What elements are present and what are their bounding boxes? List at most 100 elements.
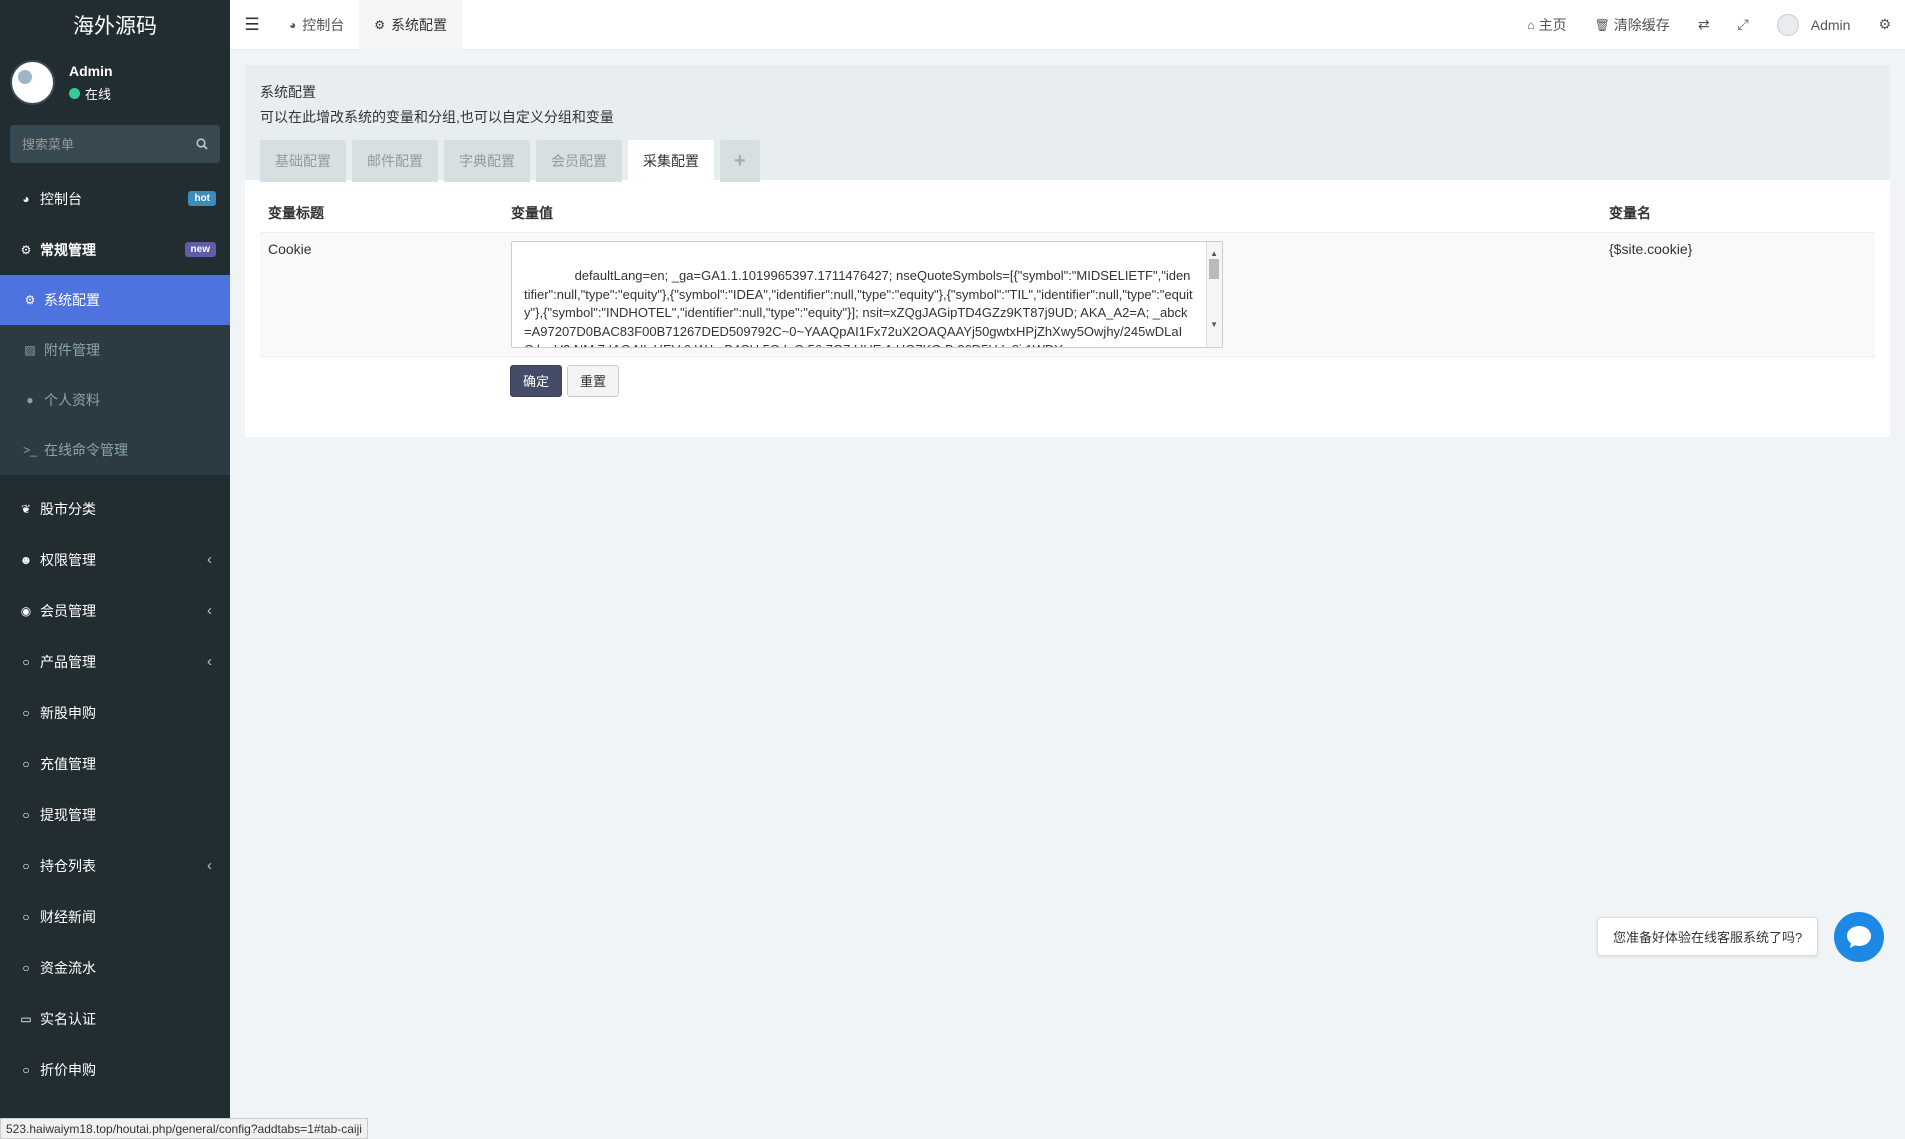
brand-logo[interactable]: 海外源码: [0, 0, 230, 50]
reset-button[interactable]: 重置: [567, 364, 620, 397]
avatar: [1776, 13, 1799, 36]
config-tabs: 基础配置 邮件配置 字典配置 会员配置 采集配置 +: [260, 140, 1875, 182]
tab-label: 控制台: [302, 16, 345, 33]
home-link[interactable]: ⌂ 主页: [1513, 0, 1580, 50]
menu-search-input[interactable]: [22, 136, 192, 152]
sidebar-item-general[interactable]: ⚙ 常规管理 new: [0, 224, 230, 275]
clear-cache-button[interactable]: 🗑 清除缓存: [1581, 0, 1684, 50]
home-label: 主页: [1538, 16, 1567, 33]
expand-icon: ⤢: [1737, 16, 1749, 32]
sidebar-item-label: 折价申购: [40, 1061, 96, 1078]
tab-basic[interactable]: 基础配置: [260, 140, 346, 182]
add-tab-button[interactable]: +: [720, 140, 760, 182]
sidebar-item-recharge[interactable]: ○ 充值管理: [0, 738, 230, 789]
gear-icon: ⚙: [374, 17, 386, 32]
sidebar-item-label: 附件管理: [44, 342, 100, 358]
divider: [0, 475, 230, 483]
sidebar-item-label: 实名认证: [40, 1010, 96, 1027]
tab-dashboard[interactable]: ◕ 控制台: [274, 0, 359, 50]
circle-icon: ○: [22, 756, 30, 771]
column-header: 变量值: [503, 194, 1601, 233]
tab-dictionary[interactable]: 字典配置: [444, 140, 530, 182]
cogs-icon: ⚙: [1878, 16, 1891, 32]
user-icon: ●: [26, 393, 34, 407]
sidebar-item-label: 持仓列表: [40, 857, 96, 874]
form-actions: 确定 重置: [510, 364, 1875, 397]
sidebar-item-label: 新股申购: [40, 704, 96, 721]
sidebar-item-label: 会员管理: [40, 602, 96, 619]
sidebar-item-label: 系统配置: [44, 292, 100, 308]
terminal-icon: >_: [23, 443, 37, 457]
circle-icon: ○: [22, 909, 30, 924]
circle-icon: ○: [22, 960, 30, 975]
sidebar-item-label: 提现管理: [40, 806, 96, 823]
sidebar-item-products[interactable]: ○ 产品管理 ‹: [0, 636, 230, 687]
user-circle-icon: ◉: [20, 603, 32, 618]
sidebar-item-positions[interactable]: ○ 持仓列表 ‹: [0, 840, 230, 891]
sidebar-item-withdraw[interactable]: ○ 提现管理: [0, 789, 230, 840]
chevron-left-icon: ‹: [207, 551, 212, 568]
search-icon[interactable]: [196, 138, 208, 150]
sidebar-item-label: 控制台: [40, 190, 82, 207]
chevron-left-icon: ‹: [207, 857, 212, 874]
chevron-left-icon: ‹: [207, 602, 212, 619]
sidebar-item-label: 权限管理: [40, 551, 96, 568]
sidebar-item-label: 产品管理: [40, 653, 96, 670]
language-button[interactable]: ⇄: [1684, 0, 1724, 50]
sidebar-item-dashboard[interactable]: ◕ 控制台 hot: [0, 173, 230, 224]
circle-icon: ○: [22, 807, 30, 822]
sidebar-item-profile[interactable]: ● 个人资料: [0, 375, 230, 425]
avatar: [10, 60, 55, 105]
fullscreen-button[interactable]: ⤢: [1724, 0, 1763, 50]
tab-member[interactable]: 会员配置: [536, 140, 622, 182]
settings-button[interactable]: ⚙: [1864, 0, 1905, 50]
top-header: ☰ ◕ 控制台 ⚙ 系统配置 ⌂ 主页 🗑 清除缓存 ⇄ ⤢ Admin ⚙: [230, 0, 1905, 50]
chat-button[interactable]: [1834, 912, 1884, 962]
sidebar-item-members[interactable]: ◉ 会员管理 ‹: [0, 585, 230, 636]
panel-heading: 系统配置 可以在此增改系统的变量和分组,也可以自定义分组和变量 基础配置 邮件配…: [245, 65, 1890, 182]
sidebar-item-label: 常规管理: [40, 241, 96, 258]
sidebar-item-permissions[interactable]: ☻ 权限管理 ‹: [0, 534, 230, 585]
sidebar-item-discount[interactable]: ○ 折价申购: [0, 1044, 230, 1095]
scroll-down-icon[interactable]: ▼: [1210, 316, 1218, 335]
cookie-textarea[interactable]: defaultLang=en; _ga=GA1.1.1019965397.171…: [511, 240, 1223, 348]
hot-badge: hot: [188, 191, 216, 206]
sidebar-item-system-config[interactable]: ⚙ 系统配置: [0, 275, 230, 325]
sidebar-item-label: 财经新闻: [40, 908, 96, 925]
tab-system-config[interactable]: ⚙ 系统配置: [359, 0, 463, 50]
sidebar-submenu: ⚙ 系统配置 ▨ 附件管理 ● 个人资料 >_ 在线命令管理: [0, 275, 230, 475]
submit-button[interactable]: 确定: [510, 364, 563, 397]
sidebar-item-stock-category[interactable]: ❦ 股市分类: [0, 483, 230, 534]
sidebar-menu: ◕ 控制台 hot ⚙ 常规管理 new ⚙ 系统配置 ▨ 附件管理 ● 个人资…: [0, 173, 230, 1095]
menu-toggle-icon[interactable]: ☰: [230, 0, 274, 50]
sidebar-item-cashflow[interactable]: ○ 资金流水: [0, 942, 230, 993]
sidebar-item-news[interactable]: ○ 财经新闻: [0, 891, 230, 942]
sidebar: 海外源码 Admin 在线 ◕ 控制台 hot ⚙ 常规管理 new ⚙ 系: [0, 0, 230, 1139]
scrollbar-thumb[interactable]: [1209, 258, 1219, 279]
chat-icon: [1847, 926, 1871, 948]
translate-icon: ⇄: [1697, 16, 1710, 32]
tab-label: 系统配置: [391, 16, 448, 33]
user-status: 在线: [69, 84, 113, 103]
tab-email[interactable]: 邮件配置: [352, 140, 438, 182]
clear-cache-label: 清除缓存: [1613, 16, 1670, 33]
page-description: 可以在此增改系统的变量和分组,也可以自定义分组和变量: [260, 109, 614, 125]
user-name: Admin: [69, 62, 113, 79]
trash-icon: 🗑: [1594, 17, 1610, 32]
user-panel: Admin 在线: [0, 50, 230, 115]
gear-icon: ⚙: [24, 293, 36, 307]
chat-prompt[interactable]: 您准备好体验在线客服系统了吗?: [1597, 917, 1819, 956]
panel-body: 变量标题 变量值 变量名 Cookie defaultLang=en; _ga=…: [245, 180, 1890, 437]
sidebar-item-verification[interactable]: ▭ 实名认证: [0, 993, 230, 1044]
online-dot-icon: [69, 87, 80, 99]
sidebar-item-command[interactable]: >_ 在线命令管理: [0, 425, 230, 475]
dashboard-icon: ◕: [289, 17, 297, 32]
cogs-icon: ⚙: [20, 242, 32, 257]
sidebar-item-ipo[interactable]: ○ 新股申购: [0, 687, 230, 738]
sidebar-item-label: 资金流水: [40, 959, 96, 976]
tab-collect[interactable]: 采集配置: [628, 140, 714, 182]
admin-menu[interactable]: Admin: [1763, 0, 1865, 50]
column-header: 变量名: [1601, 194, 1875, 233]
sidebar-item-attachments[interactable]: ▨ 附件管理: [0, 325, 230, 375]
table-row: Cookie defaultLang=en; _ga=GA1.1.1019965…: [260, 232, 1875, 357]
